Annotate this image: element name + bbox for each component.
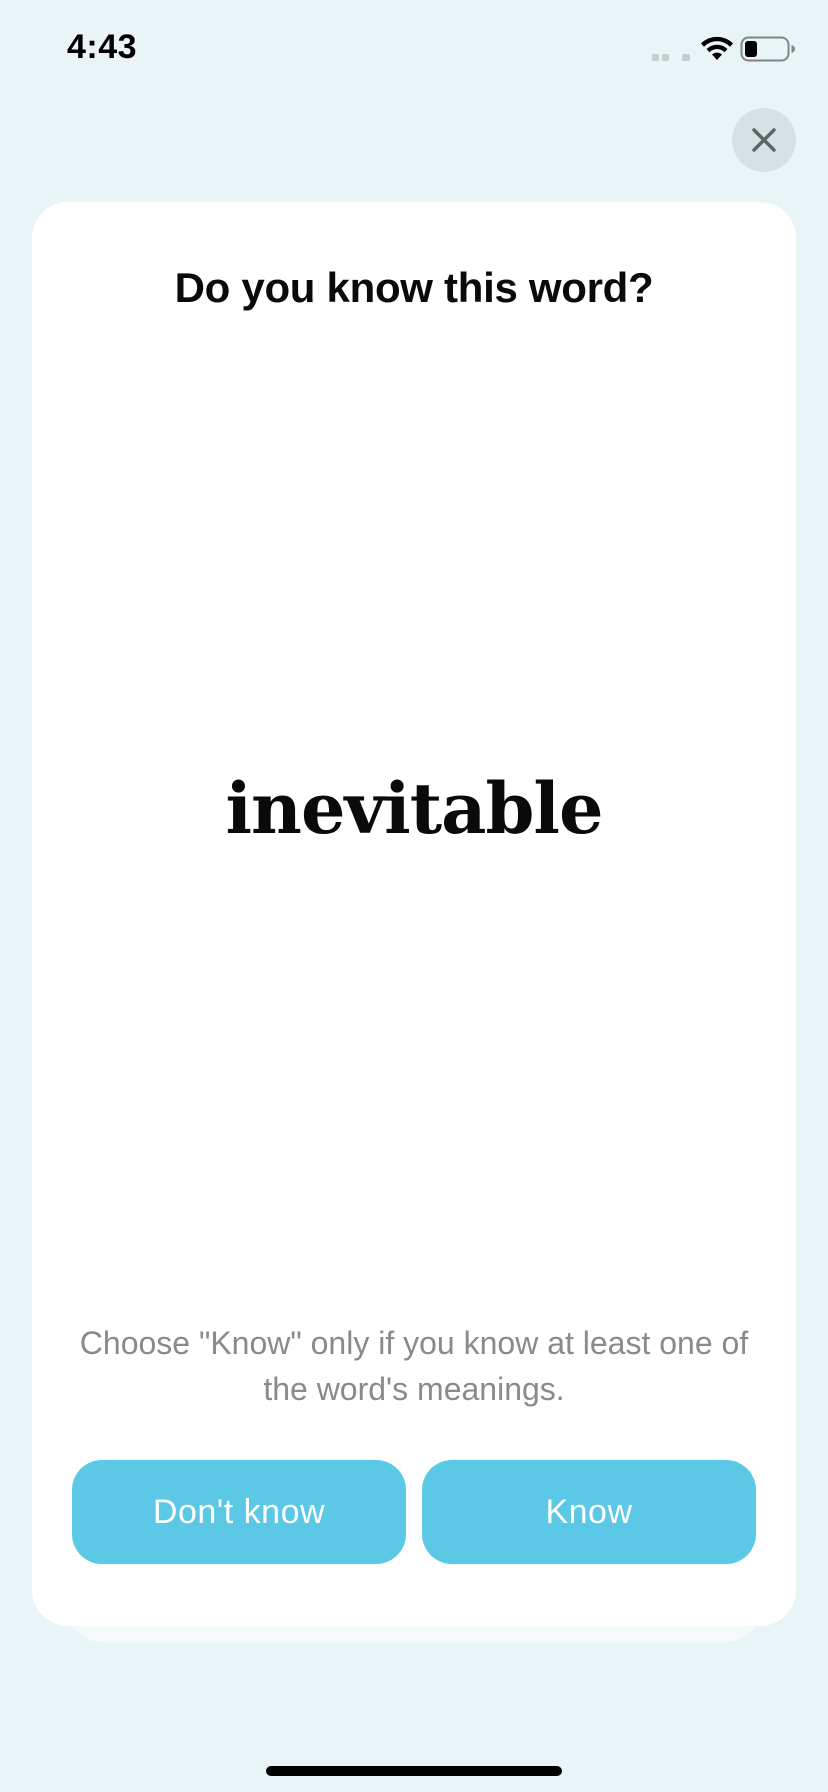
word-card: Do you know this word? inevitable Choose…	[32, 202, 796, 1626]
close-button[interactable]	[732, 108, 796, 172]
know-label: Know	[545, 1492, 633, 1531]
status-bar: 4:43	[0, 0, 828, 100]
prompt-title: Do you know this word?	[174, 264, 654, 311]
vocabulary-word: inevitable	[225, 767, 603, 850]
signal-icon	[652, 54, 690, 61]
battery-icon	[740, 36, 795, 62]
hint-text: Choose "Know" only if you know at least …	[79, 1325, 749, 1407]
know-button[interactable]: Know	[422, 1460, 756, 1564]
dont-know-button[interactable]: Don't know	[72, 1460, 406, 1564]
dont-know-label: Don't know	[152, 1492, 326, 1531]
home-indicator[interactable]	[266, 1766, 562, 1776]
close-icon	[752, 128, 776, 152]
wifi-icon	[701, 36, 733, 60]
status-time: 4:43	[67, 28, 138, 66]
